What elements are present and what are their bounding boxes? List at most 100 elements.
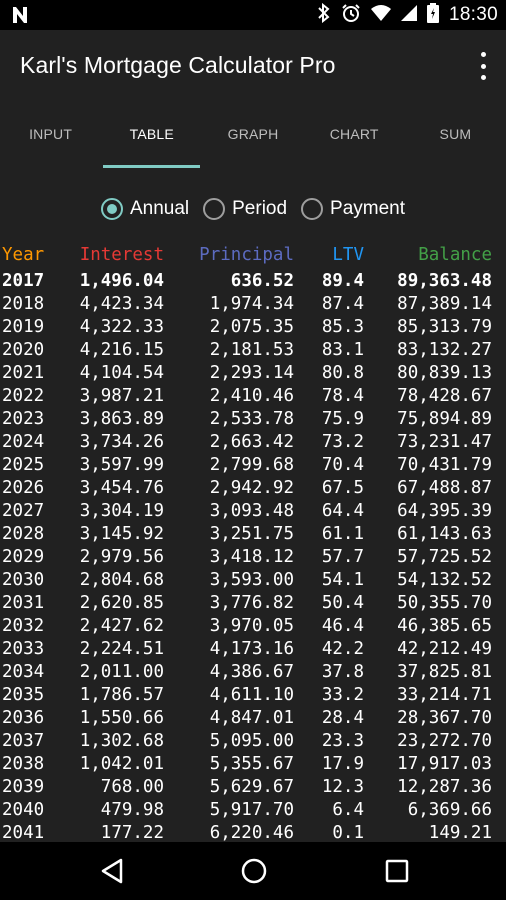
cell-principal: 5,917.70	[209, 800, 294, 820]
cell-ltv: 23.3	[321, 731, 364, 751]
cell-interest: 2,979.56	[79, 547, 164, 567]
cell-ltv: 64.4	[321, 501, 364, 521]
table-row: 2023 3,863.89 2,533.78 75.9 75,894.89	[0, 408, 506, 431]
cell-year: 2024	[2, 432, 45, 452]
cell-balance: 87,389.14	[397, 294, 492, 314]
header-ltv: LTV	[332, 245, 364, 265]
tab-indicator	[103, 165, 201, 168]
back-icon[interactable]	[99, 857, 125, 890]
cell-year: 2025	[2, 455, 45, 475]
home-icon[interactable]	[240, 857, 268, 890]
cell-principal: 2,942.92	[209, 478, 294, 498]
table-row: 2039 768.00 5,629.67 12.3 12,287.36	[0, 776, 506, 799]
cell-principal: 3,776.82	[209, 593, 294, 613]
cell-year: 2035	[2, 685, 45, 705]
table-row: 2029 2,979.56 3,418.12 57.7 57,725.52	[0, 546, 506, 569]
table-row: 2018 4,423.34 1,974.34 87.4 87,389.14	[0, 293, 506, 316]
cell-ltv: 78.4	[321, 386, 364, 406]
table-row: 2026 3,454.76 2,942.92 67.5 67,488.87	[0, 477, 506, 500]
cell-interest: 2,804.68	[79, 570, 164, 590]
table-row: 2024 3,734.26 2,663.42 73.2 73,231.47	[0, 431, 506, 454]
cell-ltv: 42.2	[321, 639, 364, 659]
radio-button-icon[interactable]	[301, 198, 324, 220]
wifi-icon	[370, 4, 391, 27]
cell-interest: 2,427.62	[79, 616, 164, 636]
cell-ltv: 12.3	[321, 777, 364, 797]
app-title: Karl's Mortgage Calculator Pro	[20, 52, 336, 78]
cell-balance: 78,428.67	[397, 386, 492, 406]
cell-ltv: 50.4	[321, 593, 364, 613]
table-row: 2030 2,804.68 3,593.00 54.1 54,132.52	[0, 569, 506, 592]
cell-interest: 3,304.19	[79, 501, 164, 521]
cell-ltv: 87.4	[321, 294, 364, 314]
cell-interest: 479.98	[100, 800, 164, 820]
notification-n-icon	[10, 5, 30, 30]
cell-balance: 54,132.52	[397, 570, 492, 590]
cell-balance: 85,313.79	[397, 317, 492, 337]
tab-sum[interactable]: SUM	[405, 102, 506, 170]
radio-period-label: Period	[232, 198, 288, 219]
cell-year: 2029	[2, 547, 45, 567]
cell-interest: 4,322.33	[79, 317, 164, 337]
cell-year: 2021	[2, 363, 45, 383]
cell-principal: 3,970.05	[209, 616, 294, 636]
radio-payment[interactable]: Payment	[301, 194, 405, 224]
cell-balance: 75,894.89	[397, 409, 492, 429]
tab-bar: INPUT TABLE GRAPH CHART SUM	[0, 102, 506, 170]
cell-balance: 64,395.39	[397, 501, 492, 521]
cell-interest: 2,620.85	[79, 593, 164, 613]
table-row: 2020 4,216.15 2,181.53 83.1 83,132.27	[0, 339, 506, 362]
tab-chart[interactable]: CHART	[304, 102, 405, 170]
cell-interest: 1,786.57	[79, 685, 164, 705]
tab-table[interactable]: TABLE	[101, 102, 202, 170]
radio-button-icon[interactable]	[100, 198, 123, 220]
cell-ltv: 33.2	[321, 685, 364, 705]
cell-year: 2023	[2, 409, 45, 429]
cell-ltv: 80.8	[321, 363, 364, 383]
cell-balance: 83,132.27	[397, 340, 492, 360]
tab-input[interactable]: INPUT	[0, 102, 101, 170]
tab-sum-label: SUM	[439, 126, 472, 142]
cell-year: 2017	[2, 271, 45, 291]
navigation-bar	[0, 842, 506, 900]
cell-ltv: 6.4	[332, 800, 364, 820]
cell-year: 2031	[2, 593, 45, 613]
radio-period[interactable]: Period	[203, 194, 287, 224]
cell-interest: 1,302.68	[79, 731, 164, 751]
alarm-icon	[341, 3, 361, 28]
cell-year: 2034	[2, 662, 45, 682]
cell-principal: 2,293.14	[209, 363, 294, 383]
cell-balance: 89,363.48	[397, 271, 492, 291]
cell-interest: 1,042.01	[79, 754, 164, 774]
cell-balance: 57,725.52	[397, 547, 492, 567]
period-radio-group: Annual Period Payment	[0, 194, 506, 224]
cell-principal: 5,095.00	[209, 731, 294, 751]
table-row: 2019 4,322.33 2,075.35 85.3 85,313.79	[0, 316, 506, 339]
cell-signal-icon	[400, 4, 417, 27]
table-row: 2040 479.98 5,917.70 6.4 6,369.66	[0, 799, 506, 822]
cell-interest: 3,454.76	[79, 478, 164, 498]
cell-balance: 73,231.47	[397, 432, 492, 452]
tab-graph[interactable]: GRAPH	[202, 102, 303, 170]
overflow-menu-icon[interactable]	[478, 52, 488, 80]
cell-principal: 2,410.46	[209, 386, 294, 406]
cell-balance: 33,214.71	[397, 685, 492, 705]
radio-annual[interactable]: Annual	[100, 194, 189, 224]
tab-graph-label: GRAPH	[227, 126, 279, 142]
cell-balance: 6,369.66	[407, 800, 492, 820]
amortization-table[interactable]: Year Interest Principal LTV Balance 2017…	[0, 240, 506, 845]
cell-interest: 4,216.15	[79, 340, 164, 360]
recents-icon[interactable]	[384, 857, 410, 890]
cell-principal: 3,093.48	[209, 501, 294, 521]
cell-balance: 17,917.03	[397, 754, 492, 774]
cell-year: 2026	[2, 478, 45, 498]
cell-ltv: 83.1	[321, 340, 364, 360]
tab-input-label: INPUT	[29, 126, 73, 142]
cell-year: 2018	[2, 294, 45, 314]
cell-principal: 2,181.53	[209, 340, 294, 360]
radio-button-icon[interactable]	[203, 198, 226, 220]
cell-interest: 3,597.99	[79, 455, 164, 475]
cell-principal: 4,611.10	[209, 685, 294, 705]
cell-year: 2022	[2, 386, 45, 406]
table-row: 2027 3,304.19 3,093.48 64.4 64,395.39	[0, 500, 506, 523]
